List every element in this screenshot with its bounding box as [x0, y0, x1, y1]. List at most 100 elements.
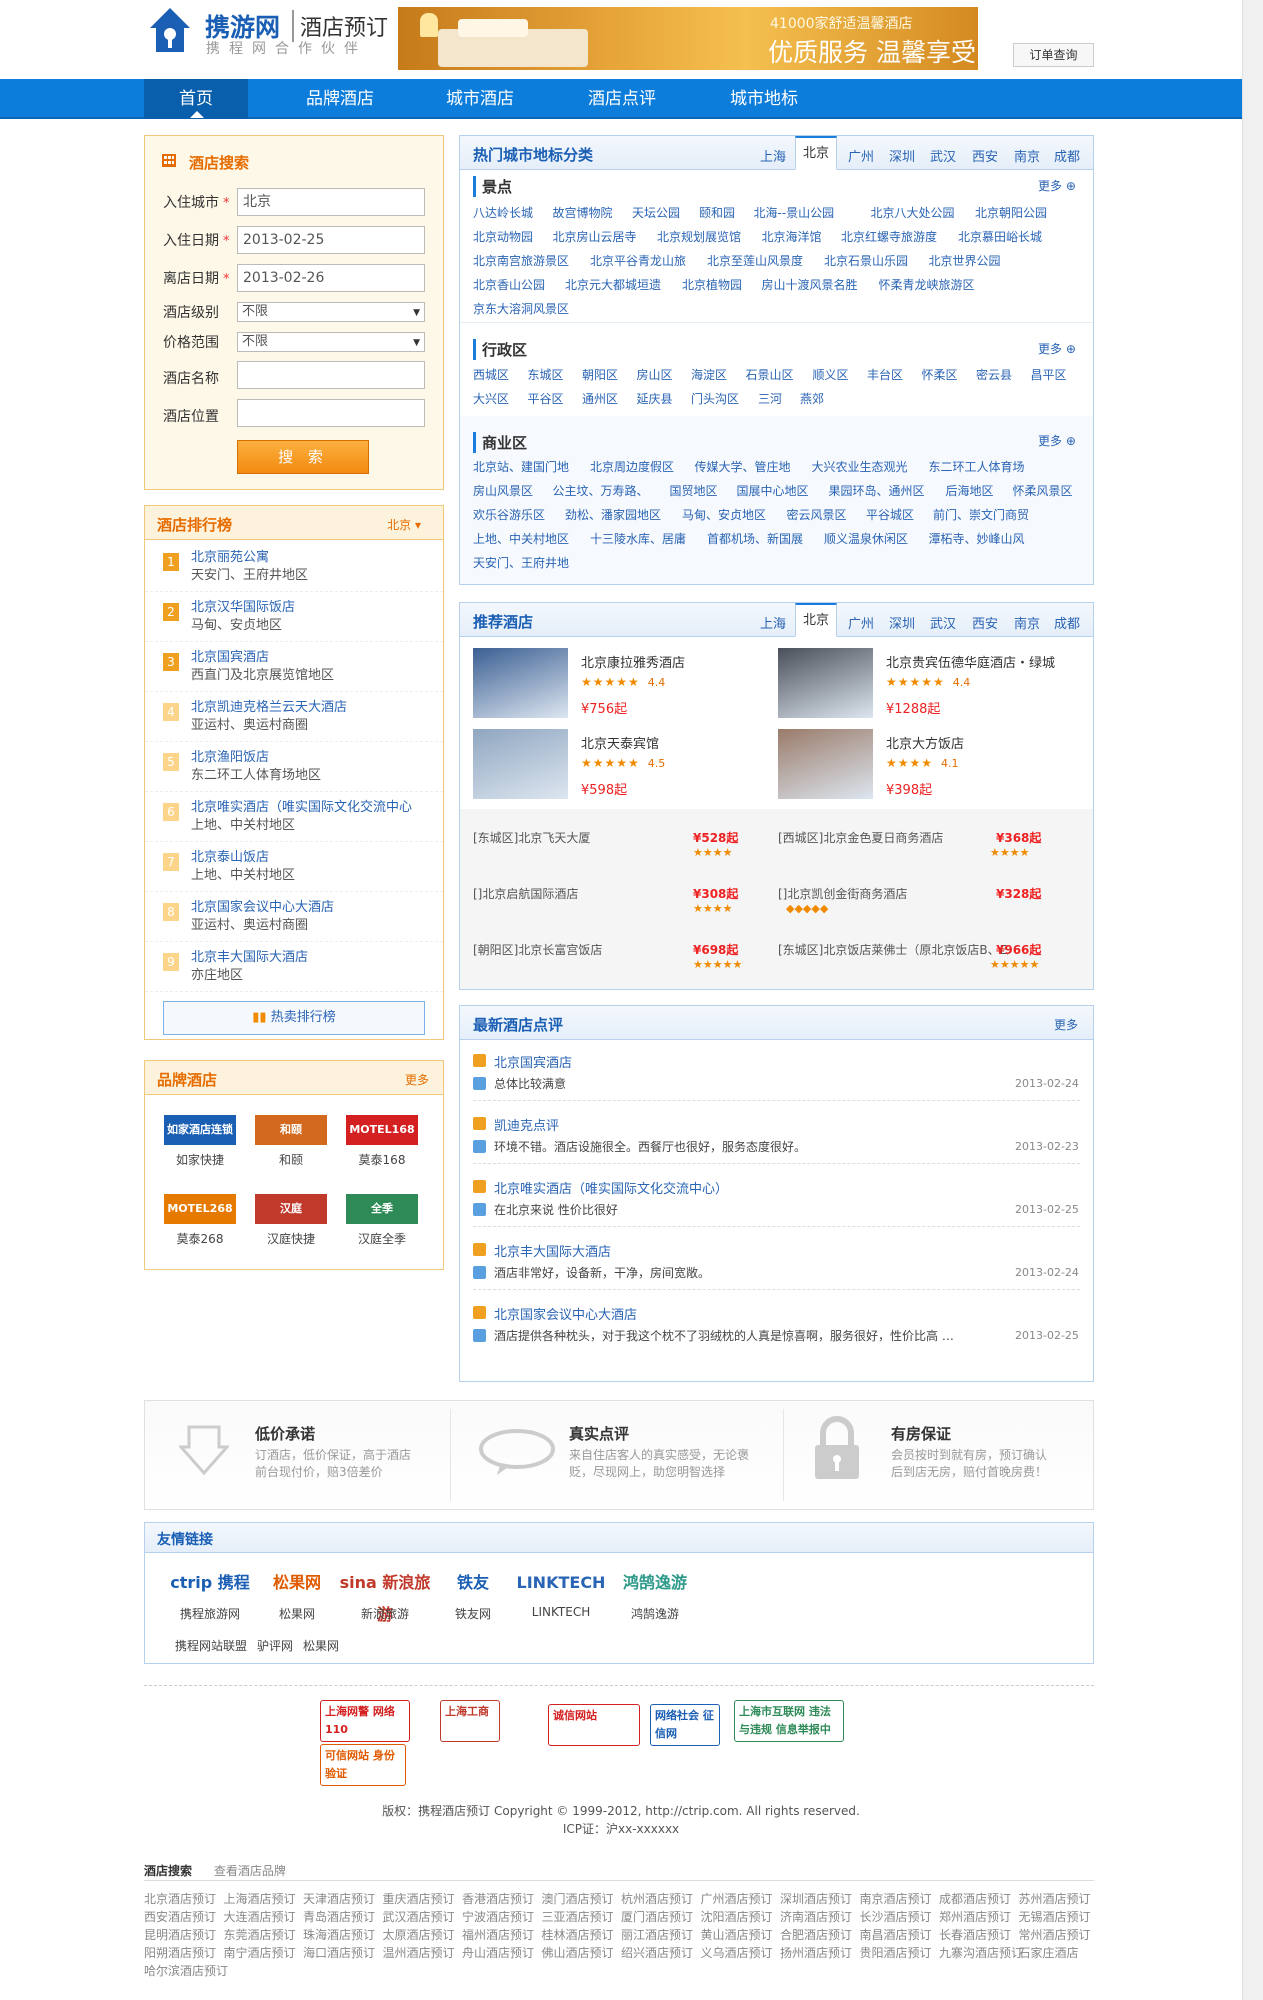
landmark-link[interactable]: 北京至莲山风景度 [707, 252, 803, 269]
city-link[interactable]: 南昌酒店预订 [860, 1926, 932, 1943]
landmark-link[interactable]: 大兴农业生态观光 [812, 458, 908, 475]
nav-city-hotels[interactable]: 城市酒店 [428, 79, 532, 119]
landmark-link[interactable]: 北京香山公园 [473, 276, 545, 293]
friend-logo[interactable]: 铁友 [423, 1567, 523, 1599]
landmark-link[interactable]: 门头沟区 [691, 390, 739, 407]
landmark-link[interactable]: 天安门、王府井地 [473, 554, 569, 571]
checkin-date-input[interactable]: 2013-02-25 [237, 226, 425, 254]
landmark-link[interactable]: 国贸地区 [670, 482, 718, 499]
tab-landmark-5[interactable]: 西安 [972, 146, 998, 165]
city-link[interactable]: 广州酒店预订 [701, 1890, 773, 1907]
friend-link[interactable]: LINKTECH LINKTECH [511, 1567, 611, 1619]
friend-name[interactable]: 新浪旅游 [335, 1605, 435, 1622]
city-link[interactable]: 杭州酒店预订 [621, 1890, 693, 1907]
landmark-link[interactable]: 怀柔区 [922, 366, 958, 383]
landmark-link[interactable]: 朝阳区 [582, 366, 618, 383]
landmark-link[interactable]: 北京慕田峪长城 [958, 228, 1042, 245]
landmark-link[interactable]: 房山区 [637, 366, 673, 383]
city-link[interactable]: 佛山酒店预订 [542, 1944, 614, 1961]
landmark-link[interactable]: 故宫博物院 [553, 204, 613, 221]
friend-link[interactable]: 鸿鹄逸游 鸿鹄逸游 [605, 1567, 705, 1622]
landmark-link[interactable]: 海淀区 [691, 366, 727, 383]
landmark-link[interactable]: 北京植物园 [682, 276, 742, 293]
rank-hotel-name[interactable]: 北京渔阳饭店 [191, 746, 269, 765]
friend-logo[interactable]: sina 新浪旅游 [335, 1567, 435, 1624]
friend-link[interactable]: 铁友 铁友网 [423, 1567, 523, 1622]
tab-recommend-3[interactable]: 深圳 [889, 613, 915, 632]
landmark-link[interactable]: 怀柔青龙峡旅游区 [879, 276, 975, 293]
city-link[interactable]: 义乌酒店预订 [701, 1944, 773, 1961]
trust-badge[interactable]: 上海网警 网络110 [320, 1700, 410, 1742]
list-hotel-name[interactable]: [朝阳区]北京长富宫饭店 [473, 941, 602, 958]
landmark-link[interactable]: 平谷城区 [866, 506, 914, 523]
friend-link[interactable]: 松果网 松果网 [247, 1567, 347, 1622]
city-link[interactable]: 太原酒店预订 [383, 1926, 455, 1943]
city-link[interactable]: 天津酒店预订 [303, 1890, 375, 1907]
friend-name[interactable]: LINKTECH [511, 1605, 611, 1619]
tab-recommend-6[interactable]: 南京 [1014, 613, 1040, 632]
city-link[interactable]: 海口酒店预订 [303, 1944, 375, 1961]
landmark-link[interactable]: 密云风景区 [787, 506, 847, 523]
tab-landmark-6[interactable]: 南京 [1014, 146, 1040, 165]
landmark-link[interactable]: 北京朝阳公园 [975, 204, 1047, 221]
nav-brand-hotels[interactable]: 品牌酒店 [288, 79, 392, 119]
city-link[interactable]: 宁波酒店预订 [462, 1908, 534, 1925]
city-link[interactable]: 东莞酒店预订 [224, 1926, 296, 1943]
landmark-link[interactable]: 房山风景区 [473, 482, 533, 499]
brand-logo[interactable]: 和颐 [255, 1115, 327, 1145]
landmark-link[interactable]: 密云县 [976, 366, 1012, 383]
landmark-link[interactable]: 北京海洋馆 [762, 228, 822, 245]
friend-name[interactable]: 松果网 [247, 1605, 347, 1622]
landmark-link[interactable]: 北京红螺寺旅游度 [841, 228, 937, 245]
landmark-link[interactable]: 北京八大处公园 [871, 204, 955, 221]
brand-logo[interactable]: MOTEL268 [164, 1194, 236, 1224]
landmark-link[interactable]: 北京平谷青龙山旅 [590, 252, 686, 269]
nav-hotel-reviews[interactable]: 酒店点评 [570, 79, 674, 119]
tab-landmark-7[interactable]: 成都 [1054, 146, 1080, 165]
list-hotel-name[interactable]: [东城区]北京饭店莱佛士（原北京饭店B、E座 [778, 941, 1008, 958]
city-link[interactable]: 黄山酒店预订 [701, 1926, 773, 1943]
list-hotel-name[interactable]: [东城区]北京飞天大厦 [473, 829, 590, 846]
city-link[interactable]: 长沙酒店预订 [860, 1908, 932, 1925]
scenic-more-link[interactable]: 更多 ⊕ [1038, 177, 1076, 194]
city-link[interactable]: 青岛酒店预订 [303, 1908, 375, 1925]
city-link[interactable]: 香港酒店预订 [462, 1890, 534, 1907]
landmark-link[interactable]: 北京石景山乐园 [824, 252, 908, 269]
brand-name[interactable]: 汉庭全季 [342, 1230, 422, 1247]
rank-hotel-name[interactable]: 北京唯实酒店（唯实国际文化交流中心 [191, 796, 412, 815]
friend-text-link[interactable]: 松果网 [303, 1639, 339, 1653]
price-select[interactable]: 不限 [237, 332, 425, 352]
landmark-link[interactable]: 延庆县 [637, 390, 673, 407]
landmark-link[interactable]: 公主坟、万寿路、 [553, 482, 649, 499]
city-link[interactable]: 郑州酒店预订 [939, 1908, 1011, 1925]
list-hotel-name[interactable]: [西城区]北京金色夏日商务酒店 [778, 829, 943, 846]
landmark-link[interactable]: 通州区 [582, 390, 618, 407]
landmark-link[interactable]: 北京动物园 [473, 228, 533, 245]
brand-item[interactable]: 和颐 和颐 [251, 1115, 331, 1168]
hotel-photo[interactable] [473, 648, 568, 718]
friend-text-link[interactable]: 携程网站联盟 [175, 1639, 247, 1653]
landmark-link[interactable]: 怀柔风景区 [1013, 482, 1073, 499]
city-link[interactable]: 九寨沟酒店预订 [939, 1944, 1023, 1961]
friend-name[interactable]: 铁友网 [423, 1605, 523, 1622]
city-link[interactable]: 武汉酒店预订 [383, 1908, 455, 1925]
brand-item[interactable]: 汉庭 汉庭快捷 [251, 1194, 331, 1247]
brand-more-link[interactable]: 更多 [405, 1071, 429, 1088]
tab-landmark-2[interactable]: 广州 [848, 146, 874, 165]
scrollbar[interactable] [1242, 0, 1263, 2000]
rank-item[interactable]: 4 北京凯迪克格兰云天大酒店 亚运村、奥运村商圈 [145, 691, 443, 742]
level-select[interactable]: 不限 [237, 302, 425, 322]
rank-hotel-name[interactable]: 北京汉华国际饭店 [191, 596, 295, 615]
brand-item[interactable]: MOTEL268 莫泰268 [160, 1194, 240, 1247]
rank-item[interactable]: 7 北京泰山饭店 上地、中关村地区 [145, 841, 443, 892]
district-more-link[interactable]: 更多 ⊕ [1038, 340, 1076, 357]
city-link[interactable]: 长春酒店预订 [939, 1926, 1011, 1943]
landmark-link[interactable]: 首都机场、新国展 [707, 530, 803, 547]
city-link[interactable]: 苏州酒店预订 [1019, 1890, 1091, 1907]
brand-logo[interactable]: MOTEL168 [346, 1115, 418, 1145]
landmark-link[interactable]: 昌平区 [1031, 366, 1067, 383]
tab-recommend-0[interactable]: 上海 [760, 613, 786, 632]
landmark-link[interactable]: 马甸、安贞地区 [682, 506, 766, 523]
city-link[interactable]: 重庆酒店预订 [383, 1890, 455, 1907]
city-link[interactable]: 南京酒店预订 [860, 1890, 932, 1907]
